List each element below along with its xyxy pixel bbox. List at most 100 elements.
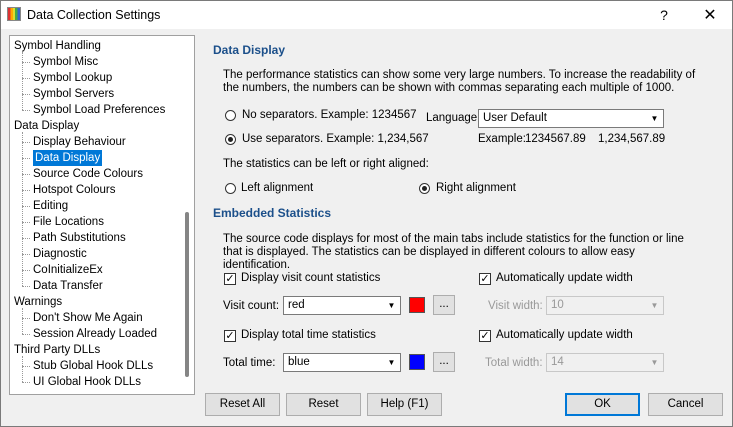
- tree-connector: [22, 382, 30, 383]
- chevron-down-icon: ▼: [650, 301, 659, 310]
- alignment-description: The statistics can be left or right alig…: [223, 158, 429, 170]
- example-label: Example:: [478, 133, 526, 145]
- tree-connector: [22, 356, 23, 382]
- data-display-description: The performance statistics can show some…: [223, 69, 696, 94]
- visit-color-dropdown[interactable]: red ▼: [283, 296, 401, 315]
- tree-connector: [22, 142, 30, 143]
- tree-item[interactable]: UI Global Hook DLLs: [33, 374, 141, 390]
- tree-connector: [22, 238, 30, 239]
- data-display-heading: Data Display: [213, 43, 286, 57]
- app-icon: [7, 7, 21, 21]
- total-time-label: Total time:: [223, 357, 276, 369]
- dialog-window: Data Collection Settings ? ✕ Symbol Hand…: [0, 0, 733, 427]
- tree-connector: [22, 132, 23, 286]
- no-separators-label: No separators. Example: 1234567: [242, 109, 417, 121]
- tree-connector: [22, 366, 30, 367]
- total-color-value: blue: [288, 356, 310, 368]
- visit-auto-update-checkbox[interactable]: ✓: [479, 273, 491, 285]
- tree-item[interactable]: Display Behaviour: [33, 134, 126, 150]
- tree-item[interactable]: File Locations: [33, 214, 104, 230]
- tree-connector: [22, 190, 30, 191]
- total-time-checkbox[interactable]: ✓: [224, 330, 236, 342]
- tree-item[interactable]: Diagnostic: [33, 246, 87, 262]
- use-separators-label: Use separators. Example: 1,234,567: [242, 133, 429, 145]
- help-f1-button[interactable]: Help (F1): [367, 393, 442, 416]
- window-title: Data Collection Settings: [27, 8, 161, 22]
- tree-connector: [22, 158, 30, 159]
- tree-connector: [22, 334, 30, 335]
- total-color-swatch: [409, 354, 425, 370]
- tree-group[interactable]: Data Display: [14, 118, 79, 134]
- tree-item[interactable]: Stub Global Hook DLLs: [33, 358, 153, 374]
- left-alignment-radio[interactable]: [225, 183, 236, 194]
- use-separators-radio[interactable]: [225, 134, 236, 145]
- tree-item[interactable]: Session Already Loaded: [33, 326, 157, 342]
- tree-connector: [22, 62, 30, 63]
- visit-width-value: 10: [551, 299, 564, 311]
- cancel-button[interactable]: Cancel: [648, 393, 723, 416]
- embedded-stats-description: The source code displays for most of the…: [223, 233, 684, 271]
- visit-auto-update-label: Automatically update width: [496, 272, 633, 284]
- tree-connector: [22, 174, 30, 175]
- tree-item[interactable]: Editing: [33, 198, 68, 214]
- visit-count-check-label: Display visit count statistics: [241, 272, 381, 284]
- chevron-down-icon: ▼: [387, 358, 396, 367]
- total-width-dropdown[interactable]: 14 ▼: [546, 353, 664, 372]
- chevron-down-icon: ▼: [650, 114, 659, 123]
- tree-group[interactable]: Symbol Handling: [14, 38, 101, 54]
- tree-group[interactable]: Third Party DLLs: [14, 342, 100, 358]
- tree-connector: [22, 78, 30, 79]
- tree-connector: [22, 270, 30, 271]
- reset-all-button[interactable]: Reset All: [205, 393, 280, 416]
- settings-tree[interactable]: Symbol Handling Symbol Misc Symbol Lookup S…: [9, 35, 195, 395]
- tree-item[interactable]: Data Transfer: [33, 278, 103, 294]
- total-auto-update-checkbox[interactable]: ✓: [479, 330, 491, 342]
- chevron-down-icon: ▼: [650, 358, 659, 367]
- visit-color-picker-button[interactable]: ...: [433, 295, 455, 315]
- tree-item[interactable]: CoInitializeEx: [33, 262, 103, 278]
- chevron-down-icon: ▼: [387, 301, 396, 310]
- visit-color-value: red: [288, 299, 305, 311]
- total-width-label: Total width:: [485, 357, 543, 369]
- tree-item[interactable]: Symbol Load Preferences: [33, 102, 165, 118]
- no-separators-radio[interactable]: [225, 110, 236, 121]
- embedded-stats-heading: Embedded Statistics: [213, 206, 332, 220]
- visit-count-label: Visit count:: [223, 300, 280, 312]
- visit-color-swatch: [409, 297, 425, 313]
- total-time-check-label: Display total time statistics: [241, 329, 376, 341]
- tree-item[interactable]: Symbol Lookup: [33, 70, 112, 86]
- tree-vertical-scrollbar[interactable]: [185, 212, 189, 377]
- ok-button[interactable]: OK: [565, 393, 640, 416]
- help-button[interactable]: ?: [642, 1, 686, 29]
- reset-button[interactable]: Reset: [286, 393, 361, 416]
- visit-width-dropdown[interactable]: 10 ▼: [546, 296, 664, 315]
- tree-item[interactable]: Path Substitutions: [33, 230, 126, 246]
- tree-item[interactable]: Don't Show Me Again: [33, 310, 143, 326]
- tree-item[interactable]: Symbol Misc: [33, 54, 98, 70]
- tree-connector: [22, 110, 30, 111]
- language-dropdown[interactable]: User Default ▼: [478, 109, 664, 128]
- tree-item[interactable]: Hotspot Colours: [33, 182, 115, 198]
- total-auto-update-label: Automatically update width: [496, 329, 633, 341]
- example-separated-value: 1,234,567.89: [598, 133, 666, 145]
- tree-item[interactable]: Source Code Colours: [33, 166, 143, 182]
- example-plain-value: 1234567.89: [525, 133, 586, 145]
- language-value: User Default: [483, 112, 547, 124]
- left-alignment-label: Left alignment: [241, 182, 314, 194]
- tree-item[interactable]: Data Display: [33, 150, 103, 166]
- right-alignment-radio[interactable]: [419, 183, 430, 194]
- tree-connector: [22, 308, 23, 334]
- tree-connector: [22, 94, 30, 95]
- language-label: Language:: [426, 112, 481, 124]
- total-color-picker-button[interactable]: ...: [433, 352, 455, 372]
- visit-count-checkbox[interactable]: ✓: [224, 273, 236, 285]
- tree-connector: [22, 254, 30, 255]
- tree-connector: [22, 222, 30, 223]
- tree-connector: [22, 286, 30, 287]
- tree-item[interactable]: Symbol Servers: [33, 86, 114, 102]
- tree-connector: [22, 318, 30, 319]
- right-alignment-label: Right alignment: [436, 182, 516, 194]
- close-icon[interactable]: ✕: [688, 1, 732, 29]
- total-color-dropdown[interactable]: blue ▼: [283, 353, 401, 372]
- tree-connector: [22, 52, 23, 110]
